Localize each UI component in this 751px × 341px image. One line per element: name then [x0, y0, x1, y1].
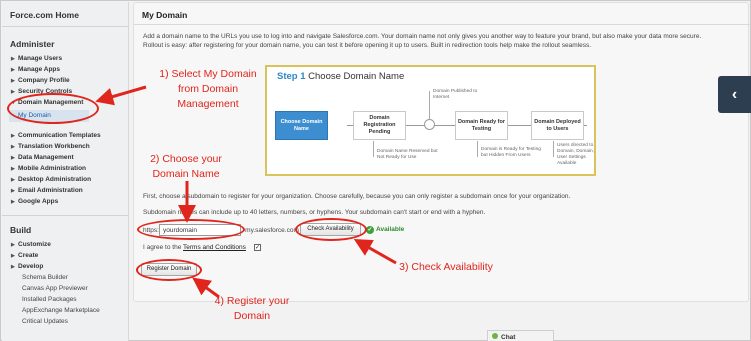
- check-icon: ✓: [366, 226, 374, 234]
- instruction-1: First, choose a subdomain to register fo…: [143, 193, 571, 200]
- expand-triangle-icon: ▶: [11, 155, 15, 161]
- sidebar-item-mobile-administration[interactable]: ▶ Mobile Administration: [11, 165, 86, 172]
- divider: [2, 26, 129, 27]
- annotation-step-4: 4) Register your Domain: [214, 295, 290, 322]
- expand-triangle-icon: ▶: [11, 199, 15, 205]
- sidebar-subitem-critical-updates[interactable]: Critical Updates: [22, 318, 68, 325]
- step-registration-pending: Domain Registration Pending: [353, 111, 406, 140]
- agree-checkbox[interactable]: ✓: [254, 244, 261, 251]
- note-testing: Domain is Ready for Testing but Hidden F…: [481, 147, 541, 158]
- status-dot-icon: [492, 333, 498, 339]
- expand-triangle-icon: ▶: [11, 166, 15, 172]
- step-ready-for-testing: Domain Ready for Testing: [455, 111, 508, 140]
- step-deployed: Domain Deployed to Users: [531, 111, 584, 140]
- expand-triangle-icon: ▶: [11, 133, 15, 139]
- sidebar-subitem-canvas-app-previewer[interactable]: Canvas App Previewer: [22, 285, 88, 292]
- annotation-step-1: 1) Select My Domain from Domain Manageme…: [159, 68, 257, 110]
- connector: [429, 91, 430, 119]
- sidebar-item-company-profile[interactable]: ▶ Company Profile: [11, 77, 70, 84]
- app-window: Force.com Home Administer ▶ Manage Users …: [0, 0, 751, 341]
- sidebar-item-develop[interactable]: ▶ Develop: [11, 263, 43, 270]
- divider: [2, 215, 129, 216]
- note-reserved: Domain Name Reserved but Not Ready for U…: [377, 149, 438, 160]
- step-choose-domain: Choose Domain Name: [275, 111, 328, 140]
- sidebar-item-email-administration[interactable]: ▶ Email Administration: [11, 187, 83, 194]
- url-suffix: -my.salesforce.com: [243, 227, 299, 234]
- highlight-register: [136, 259, 202, 281]
- expand-triangle-icon: ▶: [11, 67, 15, 73]
- expand-triangle-icon: ▶: [11, 188, 15, 194]
- intro-text: Add a domain name to the URLs you use to…: [143, 33, 702, 49]
- expand-triangle-icon: ▶: [11, 56, 15, 62]
- availability-status: ✓ Available: [366, 226, 405, 234]
- expand-triangle-icon: ▶: [11, 242, 15, 248]
- expand-triangle-icon: ▶: [11, 78, 15, 84]
- sidebar-item-google-apps[interactable]: ▶ Google Apps: [11, 198, 58, 205]
- connector: [553, 141, 554, 157]
- agree-text: I agree to the Terms and Conditions: [143, 244, 246, 251]
- sidebar-subitem-appexchange-marketplace[interactable]: AppExchange Marketplace: [22, 307, 100, 314]
- sidebar-item-communication-templates[interactable]: ▶ Communication Templates: [11, 132, 101, 139]
- sidebar-item-customize[interactable]: ▶ Customize: [11, 241, 51, 248]
- annotation-step-3: 3) Check Availability: [399, 261, 493, 273]
- expand-triangle-icon: ▶: [11, 144, 15, 150]
- expand-triangle-icon: ▶: [11, 253, 15, 259]
- sidebar-header-administer: Administer: [10, 39, 55, 49]
- page-title: My Domain: [142, 10, 188, 20]
- connector: [373, 141, 374, 157]
- sidebar-item-translation-workbench[interactable]: ▶ Translation Workbench: [11, 143, 90, 150]
- note-deployed: Users directed to Domain, Domain, User S…: [557, 143, 595, 166]
- sidebar-subitem-schema-builder[interactable]: Schema Builder: [22, 274, 68, 281]
- expand-triangle-icon: ▶: [11, 264, 15, 270]
- sidebar-subitem-installed-packages[interactable]: Installed Packages: [22, 296, 77, 303]
- step-title: Step 1 Choose Domain Name: [277, 71, 405, 82]
- sidebar-item-desktop-administration[interactable]: ▶ Desktop Administration: [11, 176, 91, 183]
- chevron-left-icon[interactable]: ‹: [718, 76, 751, 113]
- connector: [477, 141, 478, 157]
- expand-triangle-icon: ▶: [11, 177, 15, 183]
- instruction-2: Subdomain names can include up to 40 let…: [143, 209, 486, 216]
- sidebar-item-manage-users[interactable]: ▶ Manage Users: [11, 55, 62, 62]
- panel-header: My Domain: [134, 3, 750, 25]
- sidebar-header-build: Build: [10, 225, 32, 235]
- clock-icon: [424, 119, 435, 130]
- sidebar-home-title[interactable]: Force.com Home: [10, 10, 79, 20]
- sidebar: Force.com Home Administer ▶ Manage Users …: [2, 2, 129, 341]
- annotation-step-2: 2) Choose your Domain Name: [150, 153, 222, 180]
- sidebar-item-data-management[interactable]: ▶ Data Management: [11, 154, 74, 161]
- highlight-check-availability: [295, 218, 367, 241]
- note-published: Domain Published to Internet: [433, 89, 478, 100]
- highlight-domain-management: [7, 93, 99, 124]
- expand-triangle-icon: ▶: [11, 89, 15, 95]
- terms-link[interactable]: Terms and Conditions: [183, 244, 246, 251]
- sidebar-item-manage-apps[interactable]: ▶ Manage Apps: [11, 66, 60, 73]
- sidebar-item-create[interactable]: ▶ Create: [11, 252, 38, 259]
- highlight-domain-input: [137, 219, 245, 240]
- chat-widget[interactable]: Chat: [487, 330, 554, 341]
- domain-steps-diagram: Step 1 Choose Domain Name Choose Domain …: [265, 65, 596, 176]
